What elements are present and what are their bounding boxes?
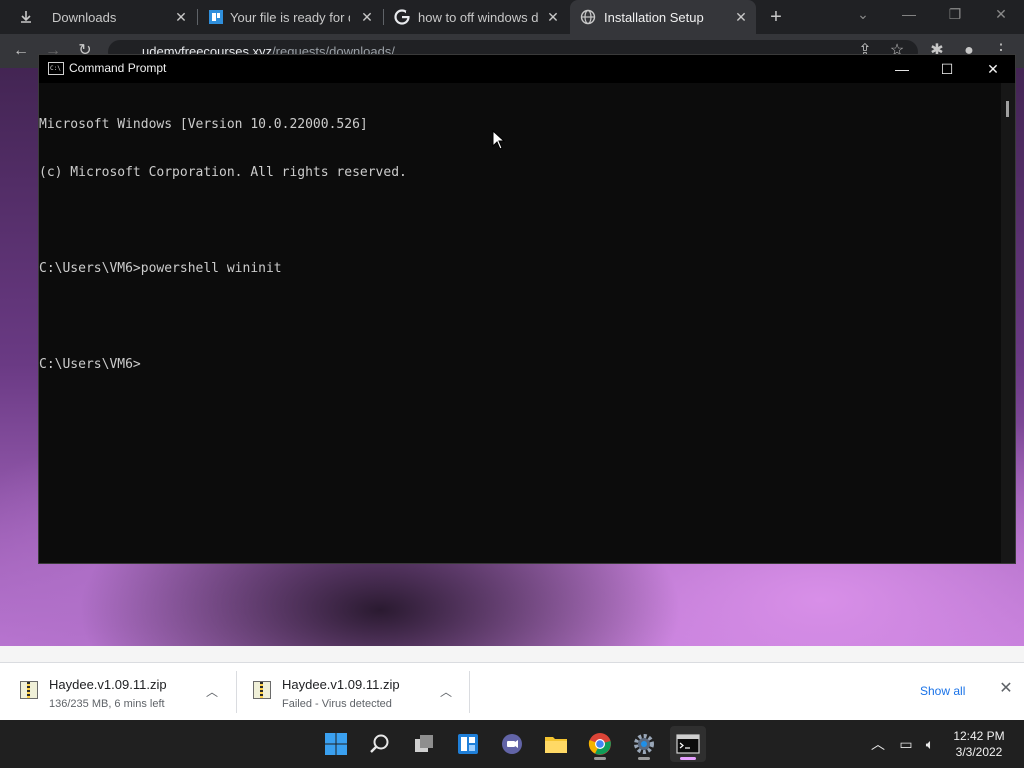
tab-strip: Downloads ✕ Your file is ready for downl… <box>0 0 1024 34</box>
shelf-divider <box>469 671 470 713</box>
volume-icon[interactable]: 🔈︎ <box>920 734 940 754</box>
tab-installation-setup[interactable]: Installation Setup ✕ <box>570 0 756 34</box>
file-explorer-button[interactable] <box>538 726 574 762</box>
tab-title: Installation Setup <box>604 9 704 25</box>
command-prompt-taskbar-button[interactable] <box>670 726 706 762</box>
chevron-up-icon[interactable]: ︿ <box>868 734 888 754</box>
tab-divider <box>197 9 198 25</box>
download-icon <box>21 11 31 23</box>
settings-taskbar-button[interactable] <box>626 726 662 762</box>
close-icon[interactable]: ✕ <box>990 6 1012 24</box>
browser-content-edge <box>0 646 1024 662</box>
cmd-close-button[interactable]: ✕ <box>978 59 1008 79</box>
scrollbar-thumb[interactable] <box>1006 101 1009 117</box>
windows-taskbar: ︿ ▭ 🔈︎ 12:42 PM 3/3/2022 <box>0 720 1024 768</box>
cmd-window-title: Command Prompt <box>69 61 167 75</box>
download-item[interactable]: Haydee.v1.09.11.zip Failed - Virus detec… <box>237 663 469 721</box>
tab-file-ready[interactable]: Your file is ready for download ✕ <box>200 0 382 34</box>
download-filename: Haydee.v1.09.11.zip <box>49 677 167 692</box>
console-line: C:\Users\VM6>powershell wininit <box>39 261 282 276</box>
tab-divider <box>383 9 384 25</box>
minimize-icon[interactable]: — <box>898 6 920 24</box>
teams-chat-icon <box>502 734 522 754</box>
tab-close-icon[interactable]: ✕ <box>546 10 560 24</box>
zip-file-icon <box>20 681 38 699</box>
tab-title: Downloads <box>52 9 117 25</box>
restore-icon[interactable]: ❐ <box>944 6 966 24</box>
tab-close-icon[interactable]: ✕ <box>734 10 748 24</box>
download-shelf: Haydee.v1.09.11.zip 136/235 MB, 6 mins l… <box>0 662 1024 720</box>
globe-icon <box>580 9 596 25</box>
console-line: Microsoft Windows [Version 10.0.22000.52… <box>39 117 368 132</box>
running-indicator <box>638 757 650 760</box>
task-view-icon <box>415 735 433 752</box>
start-icon <box>325 733 347 755</box>
tab-search-icon[interactable]: ⌄ <box>852 6 874 24</box>
show-all-downloads-link[interactable]: Show all <box>920 684 965 698</box>
cmd-console-output[interactable]: Microsoft Windows [Version 10.0.22000.52… <box>39 83 1001 563</box>
chrome-icon <box>588 733 611 755</box>
clock-time: 12:42 PM <box>953 729 1005 743</box>
tab-title: how to off windows defender <box>418 9 538 25</box>
tab-title: Your file is ready for download <box>230 9 350 25</box>
google-icon <box>394 9 410 25</box>
tab-downloads[interactable]: Downloads ✕ <box>0 0 196 34</box>
console-line: (c) Microsoft Corporation. All rights re… <box>39 165 407 180</box>
file-icon <box>209 10 223 24</box>
cmd-minimize-button[interactable]: — <box>887 59 917 79</box>
chrome-taskbar-button[interactable] <box>582 726 618 762</box>
start-button[interactable] <box>318 726 354 762</box>
task-view-button[interactable] <box>406 726 442 762</box>
console-prompt: C:\Users\VM6> <box>39 357 141 372</box>
tab-google-search[interactable]: how to off windows defender ✕ <box>386 0 568 34</box>
active-indicator <box>680 757 696 760</box>
chevron-up-icon[interactable]: ︿ <box>439 683 453 699</box>
tab-close-icon[interactable]: ✕ <box>360 10 374 24</box>
search-icon <box>370 734 389 753</box>
download-item[interactable]: Haydee.v1.09.11.zip 136/235 MB, 6 mins l… <box>0 663 236 721</box>
widgets-icon <box>458 734 478 754</box>
tab-close-icon[interactable]: ✕ <box>174 10 188 24</box>
settings-icon <box>634 734 654 754</box>
chevron-up-icon[interactable]: ︿ <box>205 683 219 699</box>
download-status: Failed - Virus detected <box>282 698 392 710</box>
cmd-scrollbar[interactable] <box>1001 83 1015 563</box>
back-icon[interactable]: ← <box>12 42 30 60</box>
command-prompt-icon <box>676 734 700 754</box>
mouse-pointer-icon <box>492 130 506 150</box>
zip-file-icon <box>253 681 271 699</box>
cmd-maximize-button[interactable]: ☐ <box>932 59 962 79</box>
new-tab-button[interactable]: + <box>766 7 786 27</box>
command-prompt-window[interactable]: C:\ Command Prompt — ☐ ✕ Microsoft Windo… <box>38 54 1016 564</box>
file-explorer-icon <box>545 737 567 753</box>
taskbar-search-button[interactable] <box>362 726 398 762</box>
close-icon[interactable]: ✕ <box>998 681 1014 697</box>
running-indicator <box>594 757 606 760</box>
teams-chat-button[interactable] <box>494 726 530 762</box>
system-clock[interactable]: 12:42 PM 3/3/2022 <box>946 728 1012 760</box>
command-prompt-icon: C:\ <box>48 62 64 75</box>
network-icon[interactable]: ▭ <box>896 734 916 754</box>
widgets-button[interactable] <box>450 726 486 762</box>
clock-date: 3/3/2022 <box>955 745 1003 759</box>
cmd-titlebar[interactable]: C:\ Command Prompt — ☐ ✕ <box>39 55 1015 83</box>
download-status: 136/235 MB, 6 mins left <box>49 698 165 710</box>
download-filename: Haydee.v1.09.11.zip <box>282 677 400 692</box>
